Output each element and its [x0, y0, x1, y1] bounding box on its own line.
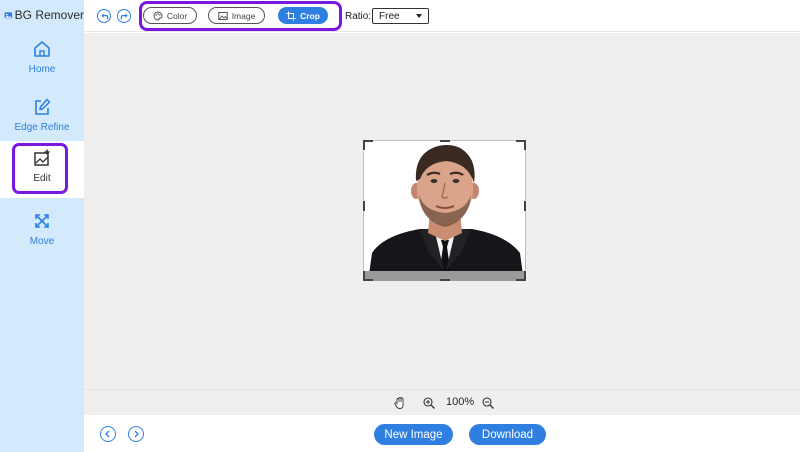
sidebar-item-edge-refine[interactable]: Edge Refine	[0, 90, 84, 147]
zoom-out-icon[interactable]	[481, 396, 495, 410]
sidebar-item-label: Edge Refine	[14, 122, 70, 133]
edge-refine-icon	[35, 98, 51, 115]
crop-handle-left[interactable]	[363, 201, 365, 211]
crop-icon	[286, 11, 296, 20]
chevron-left-icon	[105, 430, 110, 438]
image-tool-button[interactable]: Image	[208, 7, 265, 24]
zoom-bar	[84, 389, 800, 415]
new-image-button[interactable]: New Image	[374, 424, 453, 445]
previous-button[interactable]	[100, 426, 116, 442]
ratio-label: Ratio:	[345, 11, 372, 22]
home-icon	[34, 41, 50, 57]
crop-handle-top[interactable]	[440, 140, 450, 142]
redo-icon	[120, 12, 128, 19]
image-icon	[218, 11, 228, 20]
ratio-select[interactable]: Free	[372, 8, 429, 24]
sidebar-item-home[interactable]: Home	[0, 32, 84, 89]
crop-handle-right[interactable]	[524, 201, 526, 211]
portrait-photo	[364, 141, 525, 280]
portrait-image[interactable]	[363, 140, 526, 281]
hand-pan-icon[interactable]	[393, 396, 407, 410]
crop-tool-label: Crop	[300, 10, 320, 21]
image-tool-label: Image	[231, 10, 256, 21]
chevron-down-icon	[416, 14, 422, 18]
move-arrows-icon	[35, 214, 49, 228]
palette-icon	[153, 11, 163, 20]
sidebar-item-label: Edit	[33, 173, 51, 184]
crop-handle-top-left[interactable]	[363, 140, 373, 150]
image-edit-icon	[34, 149, 50, 166]
crop-handle-top-right[interactable]	[516, 140, 526, 150]
zoom-in-icon[interactable]	[422, 396, 436, 410]
ratio-select-value: Free	[379, 10, 400, 22]
bg-remover-logo-icon	[4, 12, 13, 19]
app-title: BG Remover	[0, 0, 84, 30]
undo-icon	[100, 12, 108, 19]
zoom-level: 100%	[446, 396, 475, 408]
color-tool-label: Color	[166, 10, 188, 21]
sidebar-item-edit[interactable]: Edit	[0, 141, 84, 198]
undo-button[interactable]	[97, 9, 111, 23]
crop-handle-bottom-left[interactable]	[363, 271, 373, 281]
crop-tool-button[interactable]: Crop	[278, 7, 328, 24]
download-button[interactable]: Download	[469, 424, 546, 445]
sidebar-item-label: Home	[28, 64, 56, 75]
crop-handle-bottom-right[interactable]	[516, 271, 526, 281]
next-button[interactable]	[128, 426, 144, 442]
crop-handle-bottom[interactable]	[440, 279, 450, 281]
color-tool-button[interactable]: Color	[143, 7, 197, 24]
app-title-text: BG Remover	[14, 8, 84, 22]
sidebar-item-move[interactable]: Move	[0, 204, 84, 261]
chevron-right-icon	[134, 430, 139, 438]
redo-button[interactable]	[117, 9, 131, 23]
sidebar-item-label: Move	[29, 236, 55, 247]
